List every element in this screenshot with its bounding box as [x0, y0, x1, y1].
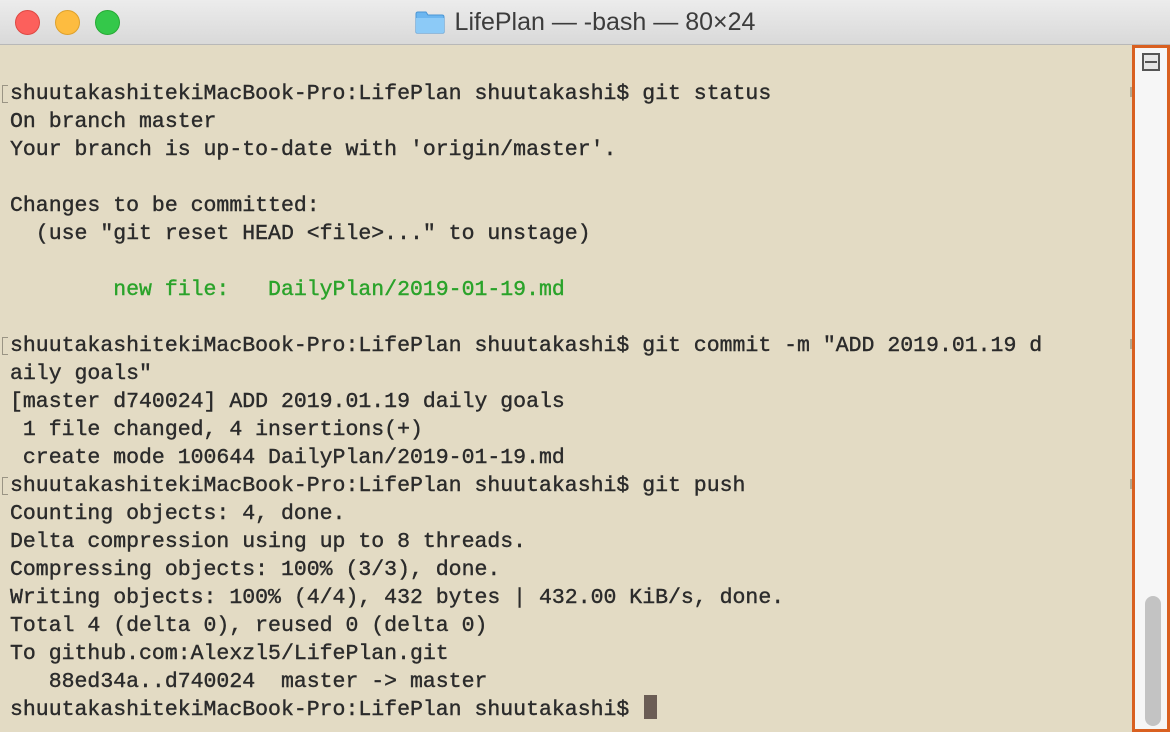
terminal-line: Writing objects: 100% (4/4), 432 bytes |…	[10, 586, 785, 610]
prompt-mark	[2, 337, 8, 355]
terminal-line: shuutakashitekiMacBook-Pro:LifePlan shuu…	[10, 474, 746, 498]
terminal-line: Changes to be committed:	[10, 194, 320, 218]
window-title-area: LifePlan — -bash — 80×24	[0, 0, 1170, 45]
terminal-line: [master d740024] ADD 2019.01.19 daily go…	[10, 390, 565, 414]
terminal-line: shuutakashitekiMacBook-Pro:LifePlan shuu…	[10, 82, 772, 106]
terminal-line: 88ed34a..d740024 master -> master	[10, 670, 488, 694]
terminal-line: (use "git reset HEAD <file>..." to unsta…	[10, 222, 591, 246]
text-cursor	[644, 695, 658, 720]
terminal-line: aily goals"	[10, 362, 152, 386]
terminal-line: Your branch is up-to-date with 'origin/m…	[10, 138, 617, 162]
terminal-window: LifePlan — -bash — 80×24 shuutakashiteki…	[0, 0, 1170, 732]
terminal-line-staged-file: new file: DailyPlan/2019-01-19.md	[10, 278, 565, 302]
terminal-content[interactable]: shuutakashitekiMacBook-Pro:LifePlan shuu…	[0, 45, 1132, 732]
split-pane-icon[interactable]	[1142, 53, 1160, 71]
terminal-output: shuutakashitekiMacBook-Pro:LifePlan shuu…	[10, 80, 1043, 724]
terminal-line: 1 file changed, 4 insertions(+)	[10, 418, 423, 442]
terminal-line: On branch master	[10, 110, 217, 134]
terminal-line: To github.com:Alexzl5/LifePlan.git	[10, 642, 449, 666]
terminal-line: create mode 100644 DailyPlan/2019-01-19.…	[10, 446, 565, 470]
terminal-line: Total 4 (delta 0), reused 0 (delta 0)	[10, 614, 488, 638]
window-title: LifePlan — -bash — 80×24	[454, 8, 756, 36]
prompt-line[interactable]: shuutakashitekiMacBook-Pro:LifePlan shuu…	[10, 695, 1042, 724]
prompt-mark	[2, 85, 8, 103]
shell-prompt: shuutakashitekiMacBook-Pro:LifePlan shuu…	[10, 698, 643, 722]
terminal-line: Compressing objects: 100% (3/3), done.	[10, 558, 501, 582]
terminal-line: shuutakashitekiMacBook-Pro:LifePlan shuu…	[10, 334, 1043, 358]
scrollbar-thumb[interactable]	[1145, 596, 1161, 726]
prompt-mark	[2, 477, 8, 495]
title-bar[interactable]: LifePlan — -bash — 80×24	[0, 0, 1170, 45]
vertical-scrollbar[interactable]	[1132, 45, 1170, 732]
terminal-line: Counting objects: 4, done.	[10, 502, 346, 526]
terminal-line: Delta compression using up to 8 threads.	[10, 530, 527, 554]
folder-icon	[415, 11, 445, 34]
